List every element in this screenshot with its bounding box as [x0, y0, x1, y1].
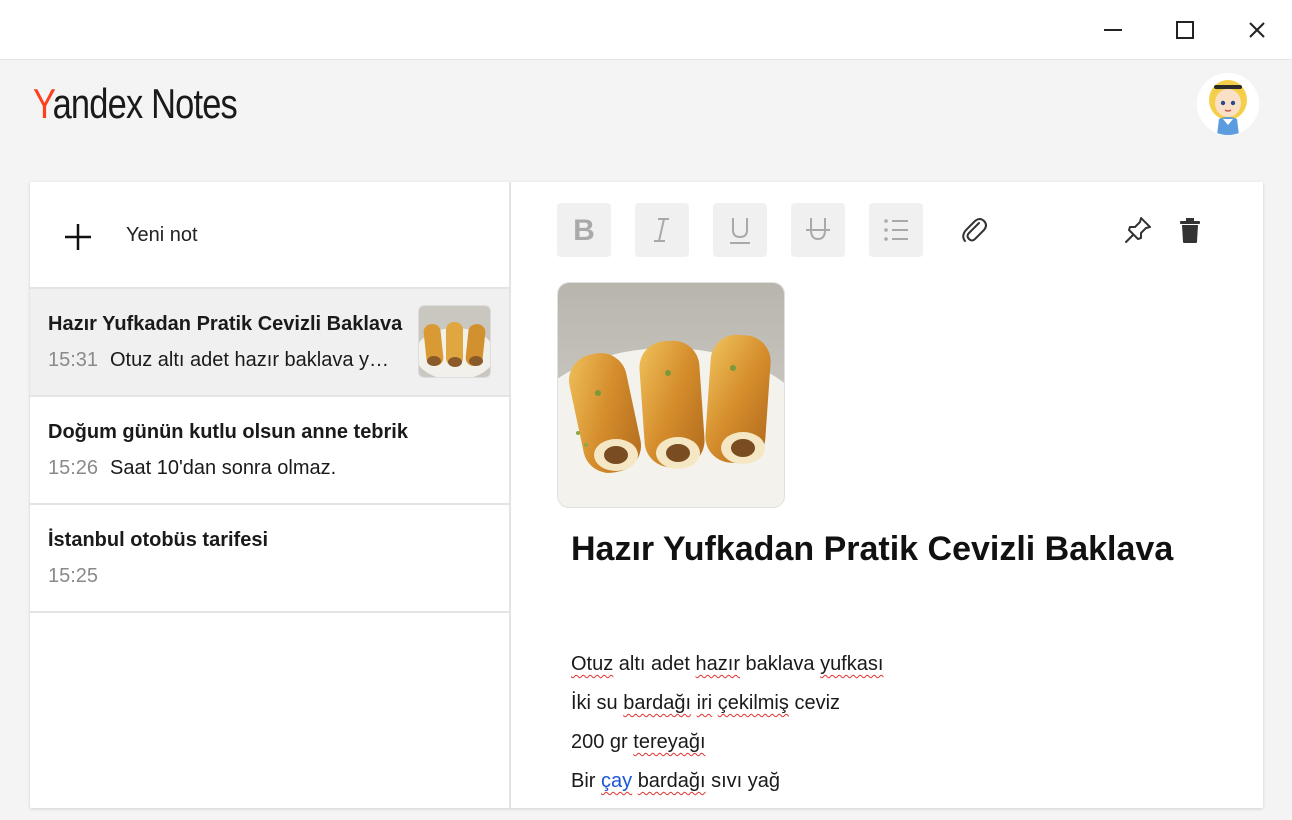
misspelled-word: çekilmiş [717, 692, 789, 714]
note-body-line: 200 gr tereyağı [571, 730, 883, 769]
logo-letter: Y [33, 80, 53, 127]
logo-text: andex Notes [52, 80, 238, 127]
note-preview: Saat 10'dan sonra olmaz. [110, 457, 337, 479]
note-title: İstanbul otobüs tarifesi [48, 529, 269, 551]
attach-button[interactable] [947, 203, 1001, 257]
strikethrough-icon [806, 218, 830, 241]
user-avatar[interactable] [1197, 73, 1259, 135]
minimize-icon [1104, 29, 1122, 31]
misspelled-word: Otuz [571, 653, 614, 675]
note-body-line: Bir çay bardağı sıvı yağ [571, 769, 883, 808]
italic-icon [654, 218, 669, 242]
note-body-line: İki su bardağı iri çekilmiş ceviz [571, 691, 883, 730]
maximize-button[interactable] [1165, 10, 1205, 50]
note-thumbnail [418, 305, 491, 378]
misspelled-word: hazır [695, 653, 740, 675]
underline-button[interactable] [713, 203, 767, 257]
app-logo: Yandex Notes [33, 80, 238, 128]
misspelled-word: bardağı [637, 770, 706, 792]
close-icon [1249, 22, 1265, 38]
list-icon [884, 219, 908, 241]
list-button[interactable] [869, 203, 923, 257]
svg-text:B: B [573, 215, 595, 245]
misspelled-word: iri [696, 692, 713, 714]
text-run: ceviz [788, 692, 841, 714]
underline-icon [730, 218, 750, 244]
baklava-photo [558, 283, 784, 507]
note-title-heading[interactable]: Hazır Yufkadan Pratik Cevizli Baklava [571, 530, 1179, 569]
text-run: sıvı yağ [705, 770, 781, 792]
trash-icon [1180, 218, 1200, 243]
text-run: altı adet [613, 653, 696, 675]
italic-button[interactable] [635, 203, 689, 257]
note-list-item[interactable]: Doğum günün kutlu olsun anne tebrik 15:2… [30, 397, 509, 505]
pin-icon [1125, 217, 1151, 243]
new-note-button[interactable]: Yeni not [30, 182, 509, 289]
text-run: baklava [740, 653, 821, 675]
note-title: Hazır Yufkadan Pratik Cevizli Baklava [48, 313, 403, 335]
text-run: Bir [571, 770, 601, 792]
notes-sidebar: Yeni not Hazır Yufkadan Pratik Cevizli B… [30, 182, 511, 808]
note-time: 15:25 [48, 565, 99, 587]
misspelled-word: tereyağı [633, 731, 706, 753]
note-body[interactable]: Otuz altı adet hazır baklava yufkası İki… [571, 652, 883, 808]
misspelled-word: çay [601, 770, 633, 792]
maximize-icon [1176, 21, 1194, 39]
note-image[interactable] [557, 282, 785, 508]
paperclip-icon [962, 218, 987, 242]
new-note-label: Yeni not [126, 224, 198, 246]
minimize-button[interactable] [1093, 10, 1133, 50]
text-run: 200 gr [571, 731, 634, 753]
note-list-item[interactable]: Hazır Yufkadan Pratik Cevizli Baklava 15… [30, 289, 509, 397]
note-list-item[interactable]: İstanbul otobüs tarifesi 15:25 [30, 505, 509, 613]
window-titlebar [0, 0, 1292, 60]
baklava-thumbnail-image [419, 306, 490, 377]
strikethrough-button[interactable] [791, 203, 845, 257]
note-time: 15:31 [48, 349, 99, 371]
plus-icon [65, 224, 91, 250]
note-editor: B Hazır Yufkadan Pratik Cevizli Baklava … [513, 182, 1263, 808]
note-preview: Otuz altı adet hazır baklava yufkası [110, 349, 400, 371]
notes-card: Yeni not Hazır Yufkadan Pratik Cevizli B… [30, 182, 1263, 808]
note-body-line: Otuz altı adet hazır baklava yufkası [571, 652, 883, 691]
misspelled-word: bardağı [623, 692, 692, 714]
note-title: Doğum günün kutlu olsun anne tebrik [48, 421, 408, 443]
text-run: İki su [571, 692, 624, 714]
pin-button[interactable] [1111, 203, 1165, 257]
close-button[interactable] [1237, 10, 1277, 50]
avatar-image [1197, 73, 1259, 135]
bold-icon: B [573, 215, 595, 245]
misspelled-word: yufkası [820, 653, 884, 675]
bold-button[interactable]: B [557, 203, 611, 257]
note-time: 15:26 [48, 457, 99, 479]
delete-button[interactable] [1163, 203, 1217, 257]
